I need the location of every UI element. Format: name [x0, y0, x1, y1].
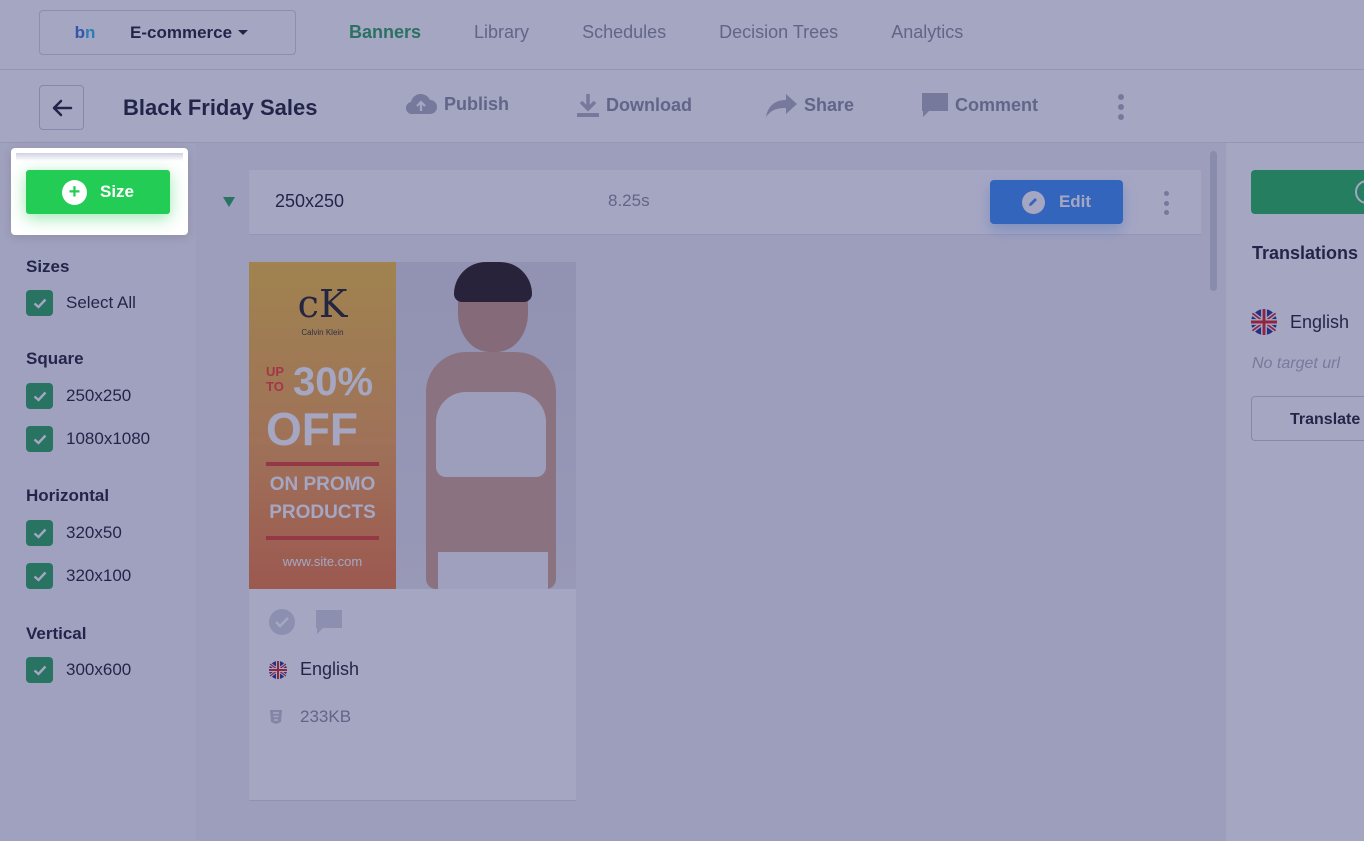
banner-promo-line1: ON PROMO [269, 474, 376, 495]
banner-off: OFF [266, 403, 358, 455]
translation-language-label: English [1290, 311, 1350, 332]
banner-promo-panel: cK Calvin Klein UP TO 30% OFF ON PROMO P… [249, 262, 396, 589]
banner-divider [266, 536, 379, 540]
workspace-switcher[interactable]: bn E-commerce [39, 10, 296, 55]
translation-language[interactable]: English [1251, 309, 1349, 335]
tab-banners[interactable]: Banners [349, 22, 421, 43]
section-heading-vertical: Vertical [26, 624, 87, 643]
translate-button[interactable]: Translate [1251, 396, 1364, 441]
checkbox-checked-icon [26, 383, 53, 409]
publish-button[interactable]: Publish [404, 92, 509, 116]
banner-site: www.site.com [282, 554, 363, 569]
checkbox-select-all[interactable]: Select All [26, 290, 136, 316]
row-duration: 8.25s [608, 191, 650, 210]
add-size-button[interactable]: + Size [26, 170, 170, 214]
checkbox-checked-icon [26, 290, 53, 316]
add-translation-button[interactable] [1251, 170, 1364, 214]
checkbox-label: 250x250 [66, 386, 132, 405]
checkbox-checked-icon [26, 520, 53, 546]
project-toolbar: Black Friday Sales Publish Download Shar… [0, 70, 1364, 143]
card-weight-label: 233KB [300, 707, 352, 726]
banner-list: 250x250 8.25s Edit cK Calvin Klein UP TO… [196, 143, 1226, 841]
translations-heading: Translations [1252, 243, 1359, 263]
card-language-label: English [300, 659, 360, 679]
size-filter-sidebar: + Size Sizes Select All Square 250x250 10… [0, 143, 196, 841]
cloud-upload-icon [405, 93, 437, 115]
plus-circle-icon: + [61, 179, 87, 205]
top-navbar: bn E-commerce Banners Library Schedules … [0, 0, 1364, 70]
checkbox-label: 320x50 [66, 523, 122, 542]
arrow-left-icon [52, 99, 72, 116]
comment-icon [922, 93, 948, 117]
html5-icon [270, 710, 282, 724]
size-row-header: 250x250 8.25s Edit [249, 170, 1201, 235]
edit-button[interactable]: Edit [990, 180, 1123, 224]
share-label: Share [804, 94, 855, 115]
comment-button[interactable]: Comment [921, 92, 1038, 118]
checkbox-label: 1080x1080 [66, 429, 151, 448]
scrollbar[interactable] [1210, 151, 1217, 291]
tab-analytics[interactable]: Analytics [891, 22, 963, 43]
tab-schedules[interactable]: Schedules [582, 22, 666, 43]
banner-divider [266, 462, 379, 466]
translations-panel: Translations English No target url Trans… [1226, 143, 1364, 841]
checkbox-checked-icon [26, 657, 53, 683]
banner-percent: 30% [293, 360, 374, 404]
edit-label: Edit [1058, 192, 1092, 211]
card-actions [269, 609, 343, 635]
checkbox-label: Select All [66, 293, 136, 312]
brand-logo: cK [297, 282, 348, 326]
checkbox-checked-icon [26, 563, 53, 589]
plus-circle-icon [1355, 180, 1364, 204]
card-weight: 233KB [269, 707, 351, 727]
more-options-icon[interactable] [1117, 94, 1125, 120]
tab-library[interactable]: Library [474, 22, 529, 43]
page-title: Black Friday Sales [123, 95, 318, 120]
checkbox-size-320x100[interactable]: 320x100 [26, 563, 131, 589]
banner-model-photo [396, 262, 576, 589]
download-label: Download [606, 94, 692, 115]
banner-upto: UP TO [266, 364, 284, 394]
collapse-triangle-icon[interactable] [223, 197, 235, 207]
app-logo: bn [74, 22, 96, 42]
tab-decision-trees[interactable]: Decision Trees [719, 22, 838, 43]
section-heading-square: Square [26, 349, 84, 368]
checkbox-label: 320x100 [66, 566, 132, 585]
checkbox-label: 300x600 [66, 660, 132, 679]
back-button[interactable] [39, 85, 84, 130]
checkbox-size-320x50[interactable]: 320x50 [26, 520, 122, 546]
row-more-options-icon[interactable] [1162, 191, 1170, 215]
download-icon [577, 94, 599, 117]
banner-card: cK Calvin Klein UP TO 30% OFF ON PROMO P… [249, 262, 576, 801]
checkbox-size-1080x1080[interactable]: 1080x1080 [26, 426, 150, 452]
section-heading-horizontal: Horizontal [26, 486, 110, 505]
comment-icon[interactable] [315, 609, 343, 635]
caret-down-icon [238, 30, 249, 35]
banner-promo-line2: PRODUCTS [269, 502, 376, 523]
uk-flag-icon [269, 660, 287, 679]
section-heading-sizes: Sizes [26, 257, 70, 276]
banner-preview[interactable]: cK Calvin Klein UP TO 30% OFF ON PROMO P… [249, 262, 576, 589]
publish-label: Publish [444, 93, 510, 114]
share-button[interactable]: Share [764, 92, 854, 118]
download-button[interactable]: Download [576, 92, 692, 118]
tutorial-spotlight: + Size [11, 148, 188, 235]
no-target-url: No target url [1252, 355, 1341, 372]
pencil-icon [1021, 190, 1045, 214]
add-size-label: Size [99, 182, 135, 201]
card-language: English [269, 659, 359, 680]
main-nav: Banners Library Schedules Decision Trees… [349, 22, 1016, 43]
workspace-name: E-commerce [130, 22, 233, 42]
checkbox-size-300x600[interactable]: 300x600 [26, 657, 131, 683]
uk-flag-icon [1251, 309, 1277, 335]
row-size-label: 250x250 [275, 191, 345, 211]
checkbox-checked-icon [26, 426, 53, 452]
approve-check-icon[interactable] [269, 609, 295, 635]
share-icon [766, 94, 797, 117]
brand-logo-subtext: Calvin Klein [301, 328, 344, 337]
comment-label: Comment [955, 94, 1039, 115]
checkbox-size-250x250[interactable]: 250x250 [26, 383, 131, 409]
